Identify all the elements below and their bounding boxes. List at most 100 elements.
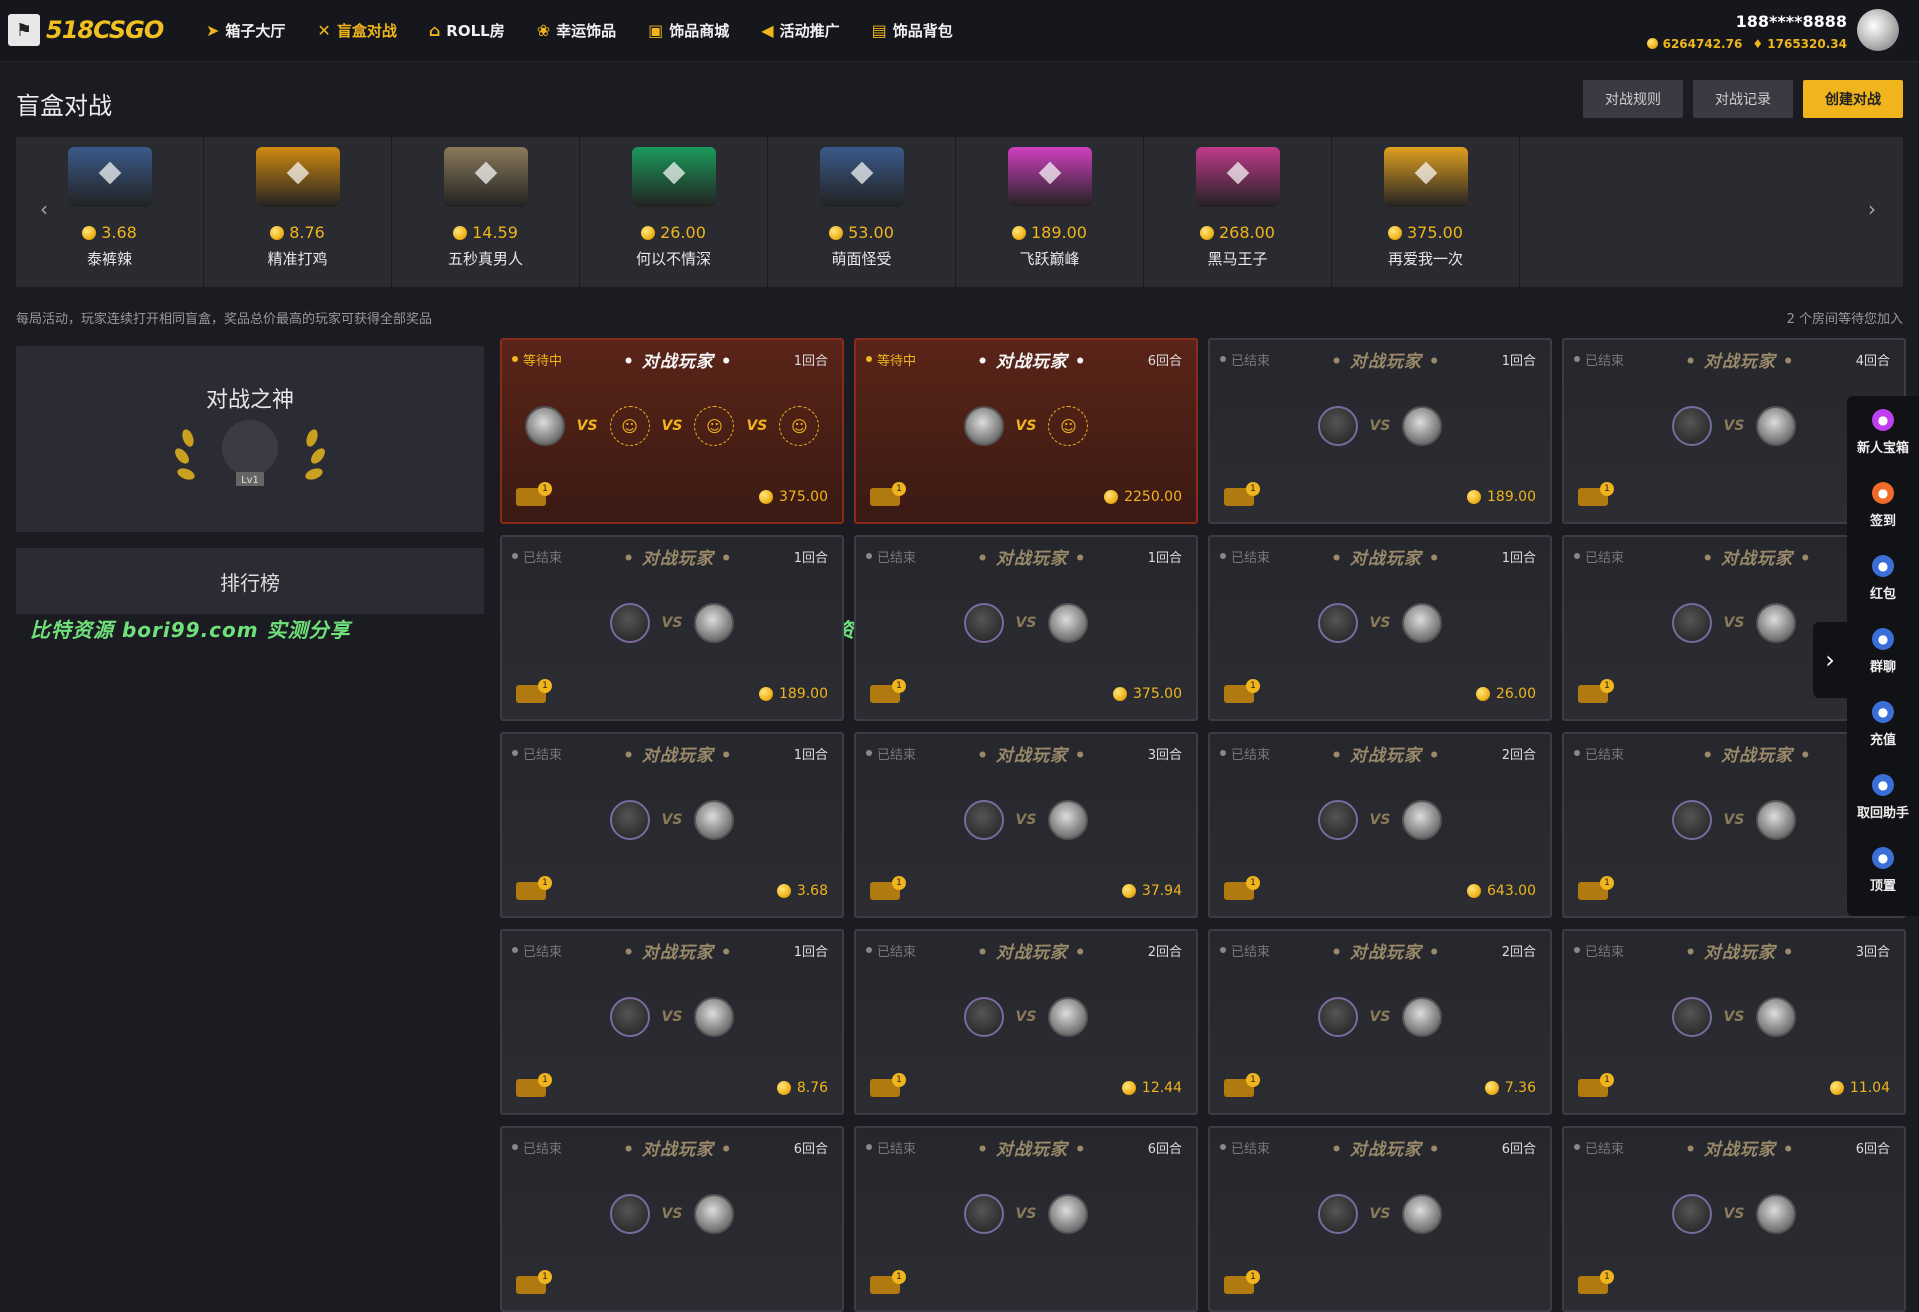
nav-label: ROLL房: [446, 22, 505, 40]
room-value: 7.36: [1484, 1080, 1536, 1096]
battle-room-card[interactable]: 已结束 • 对战玩家 • 1回合 VS 1 8.76: [500, 929, 844, 1115]
battle-records-button[interactable]: 对战记录: [1693, 80, 1793, 118]
room-players: VS: [1210, 603, 1550, 643]
player-avatar: [1048, 1194, 1089, 1234]
recharge-icon: ●: [1872, 701, 1894, 723]
nav-item-6[interactable]: ▤ 饰品背包: [872, 20, 953, 41]
backpack-icon: ▤: [871, 21, 887, 40]
battle-room-card[interactable]: 已结束 • 对战玩家 • 3回合 VS 1 11.04: [1562, 929, 1906, 1115]
room-case-list: 1: [1578, 1073, 1614, 1097]
room-players: VS: [502, 1194, 842, 1234]
user-avatar[interactable]: [1857, 9, 1899, 51]
battle-room-card[interactable]: 已结束 • 对战玩家 • 1回合 VS 1 26.00: [1208, 535, 1552, 721]
nav-label: 饰品商城: [669, 22, 730, 40]
carousel-prev-icon[interactable]: ‹: [40, 197, 48, 221]
swords-icon: ✕: [317, 21, 331, 40]
join-slot-icon[interactable]: ☺: [779, 406, 820, 446]
carousel-next-icon[interactable]: ›: [1868, 197, 1876, 221]
join-slot-icon[interactable]: ☺: [609, 406, 650, 446]
room-case-list: 1: [1578, 876, 1614, 900]
battle-room-card[interactable]: 已结束 • 对战玩家 • 1回合 VS 1 189.00: [500, 535, 844, 721]
coin-icon: [1475, 687, 1490, 701]
battle-room-card[interactable]: 已结束 • 对战玩家 • 6回合 VS 1: [1208, 1126, 1552, 1312]
case-item[interactable]: 375.00 再爱我一次: [1332, 137, 1520, 287]
nav-item-5[interactable]: ◀ 活动推广: [761, 20, 839, 41]
battle-room-card[interactable]: 已结束 • 对战玩家 • 6回合 VS 1: [500, 1126, 844, 1312]
leaderboard-button[interactable]: 排行榜: [16, 548, 484, 614]
case-item[interactable]: 26.00 何以不情深: [580, 137, 768, 287]
user-name: 188****8888: [1735, 12, 1847, 31]
sidebar-item-2[interactable]: ● 红包: [1847, 542, 1919, 615]
room-status: 已结束: [1220, 744, 1270, 763]
sidebar-item-4[interactable]: ● 充值: [1847, 688, 1919, 761]
battle-room-card[interactable]: 已结束 • 对战玩家 • 1回合 VS 1 375.00: [854, 535, 1198, 721]
case-image: [631, 147, 716, 207]
nav-label: 箱子大厅: [225, 22, 286, 40]
sidebar-toggle-icon[interactable]: ›: [1813, 622, 1847, 698]
case-price: 3.68: [82, 223, 137, 242]
case-thumb: 1: [1224, 679, 1260, 703]
battle-room-card[interactable]: 已结束 • 对战玩家 • 2回合 VS 1 7.36: [1208, 929, 1552, 1115]
player-avatar: [1671, 1194, 1712, 1234]
room-status: 已结束: [512, 547, 562, 566]
case-name: 泰裤辣: [86, 250, 132, 268]
case-price: 8.76: [270, 223, 325, 242]
join-slot-icon[interactable]: ☺: [694, 406, 735, 446]
sidebar-label: 新人宝箱: [1856, 441, 1909, 456]
battle-room-card[interactable]: 已结束 • 对战玩家 • 1回合 VS 1 3.68: [500, 732, 844, 918]
battle-room-card[interactable]: 已结束 • 对战玩家 • 1回合 VS 1 189.00: [1208, 338, 1552, 524]
case-item[interactable]: 14.59 五秒真男人: [392, 137, 580, 287]
player-avatar: [1402, 406, 1443, 446]
sidebar-label: 红包: [1869, 587, 1896, 602]
create-battle-button[interactable]: 创建对战: [1803, 80, 1903, 118]
case-thumb: 1: [516, 482, 552, 506]
sidebar-item-5[interactable]: ● 取回助手: [1847, 761, 1919, 834]
site-logo[interactable]: ⚑ 518CSGO: [8, 14, 164, 46]
room-players: VS: [1564, 997, 1904, 1037]
player-avatar: [609, 1194, 650, 1234]
room-case-list: 1: [516, 482, 552, 506]
battle-room-card[interactable]: 已结束 • 对战玩家 • 2回合 VS 1 643.00: [1208, 732, 1552, 918]
player-avatar: [1756, 997, 1797, 1037]
room-rounds: 1回合: [793, 353, 828, 369]
case-name: 五秒真男人: [447, 250, 523, 268]
sidebar-item-1[interactable]: ● 签到: [1847, 469, 1919, 542]
user-info[interactable]: 188****8888 6264742.76 ♦ 1765320.34: [1647, 12, 1847, 51]
battle-rules-button[interactable]: 对战规则: [1583, 80, 1683, 118]
nav-item-2[interactable]: ⌂ ROLL房: [429, 20, 505, 41]
sidebar-item-0[interactable]: ● 新人宝箱: [1847, 396, 1919, 469]
coin-icon: [1121, 884, 1136, 898]
battle-room-card[interactable]: 已结束 • 对战玩家 • 6回合 VS 1: [1562, 1126, 1906, 1312]
room-case-list: 1: [516, 679, 552, 703]
nav-item-1[interactable]: ✕ 盲盒对战: [317, 20, 396, 41]
player-avatar: [1048, 800, 1089, 840]
join-slot-icon[interactable]: ☺: [1048, 406, 1089, 446]
case-item[interactable]: 8.76 精准打鸡: [204, 137, 392, 287]
player-avatar: [1671, 997, 1712, 1037]
case-thumb: 1: [516, 1073, 552, 1097]
coin-icon: [453, 225, 468, 240]
battle-room-card[interactable]: 已结束 • 对战玩家 • 3回合 VS 1 37.94: [854, 732, 1198, 918]
battle-room-card[interactable]: 等待中 • 对战玩家 • 6回合 VS ☺ 1 2250.00: [854, 338, 1198, 524]
case-item[interactable]: 268.00 黑马王子: [1144, 137, 1332, 287]
room-title: • 对战玩家 •: [977, 1139, 1087, 1160]
coin-icon: [759, 490, 773, 504]
case-item[interactable]: 53.00 萌面怪受: [768, 137, 956, 287]
room-title: • 对战玩家 •: [1331, 1139, 1441, 1160]
sidebar-item-3[interactable]: ● 群聊: [1847, 615, 1919, 688]
battle-room-card[interactable]: 已结束 • 对战玩家 • 2回合 VS 1 12.44: [854, 929, 1198, 1115]
room-case-list: 1: [1224, 1073, 1260, 1097]
case-item[interactable]: 189.00 飞跃巅峰: [956, 137, 1144, 287]
nav-item-3[interactable]: ❀ 幸运饰品: [537, 20, 616, 41]
player-avatar: [694, 997, 735, 1037]
nav-item-4[interactable]: ▣ 饰品商城: [648, 20, 729, 41]
room-case-list: 1: [870, 1073, 906, 1097]
sidebar-item-6[interactable]: ● 顶置: [1847, 834, 1919, 907]
coin-icon: [1121, 1081, 1136, 1095]
room-title: • 对战玩家 •: [623, 351, 733, 372]
battle-room-card[interactable]: 已结束 • 对战玩家 • 6回合 VS 1: [854, 1126, 1198, 1312]
battle-room-card[interactable]: 等待中 • 对战玩家 • 1回合 VS ☺ VS ☺ VS ☺ 1 375.00: [500, 338, 844, 524]
nav-item-0[interactable]: ➤ 箱子大厅: [206, 20, 285, 41]
player-avatar: [694, 603, 735, 643]
room-case-list: 1: [1578, 1270, 1614, 1294]
